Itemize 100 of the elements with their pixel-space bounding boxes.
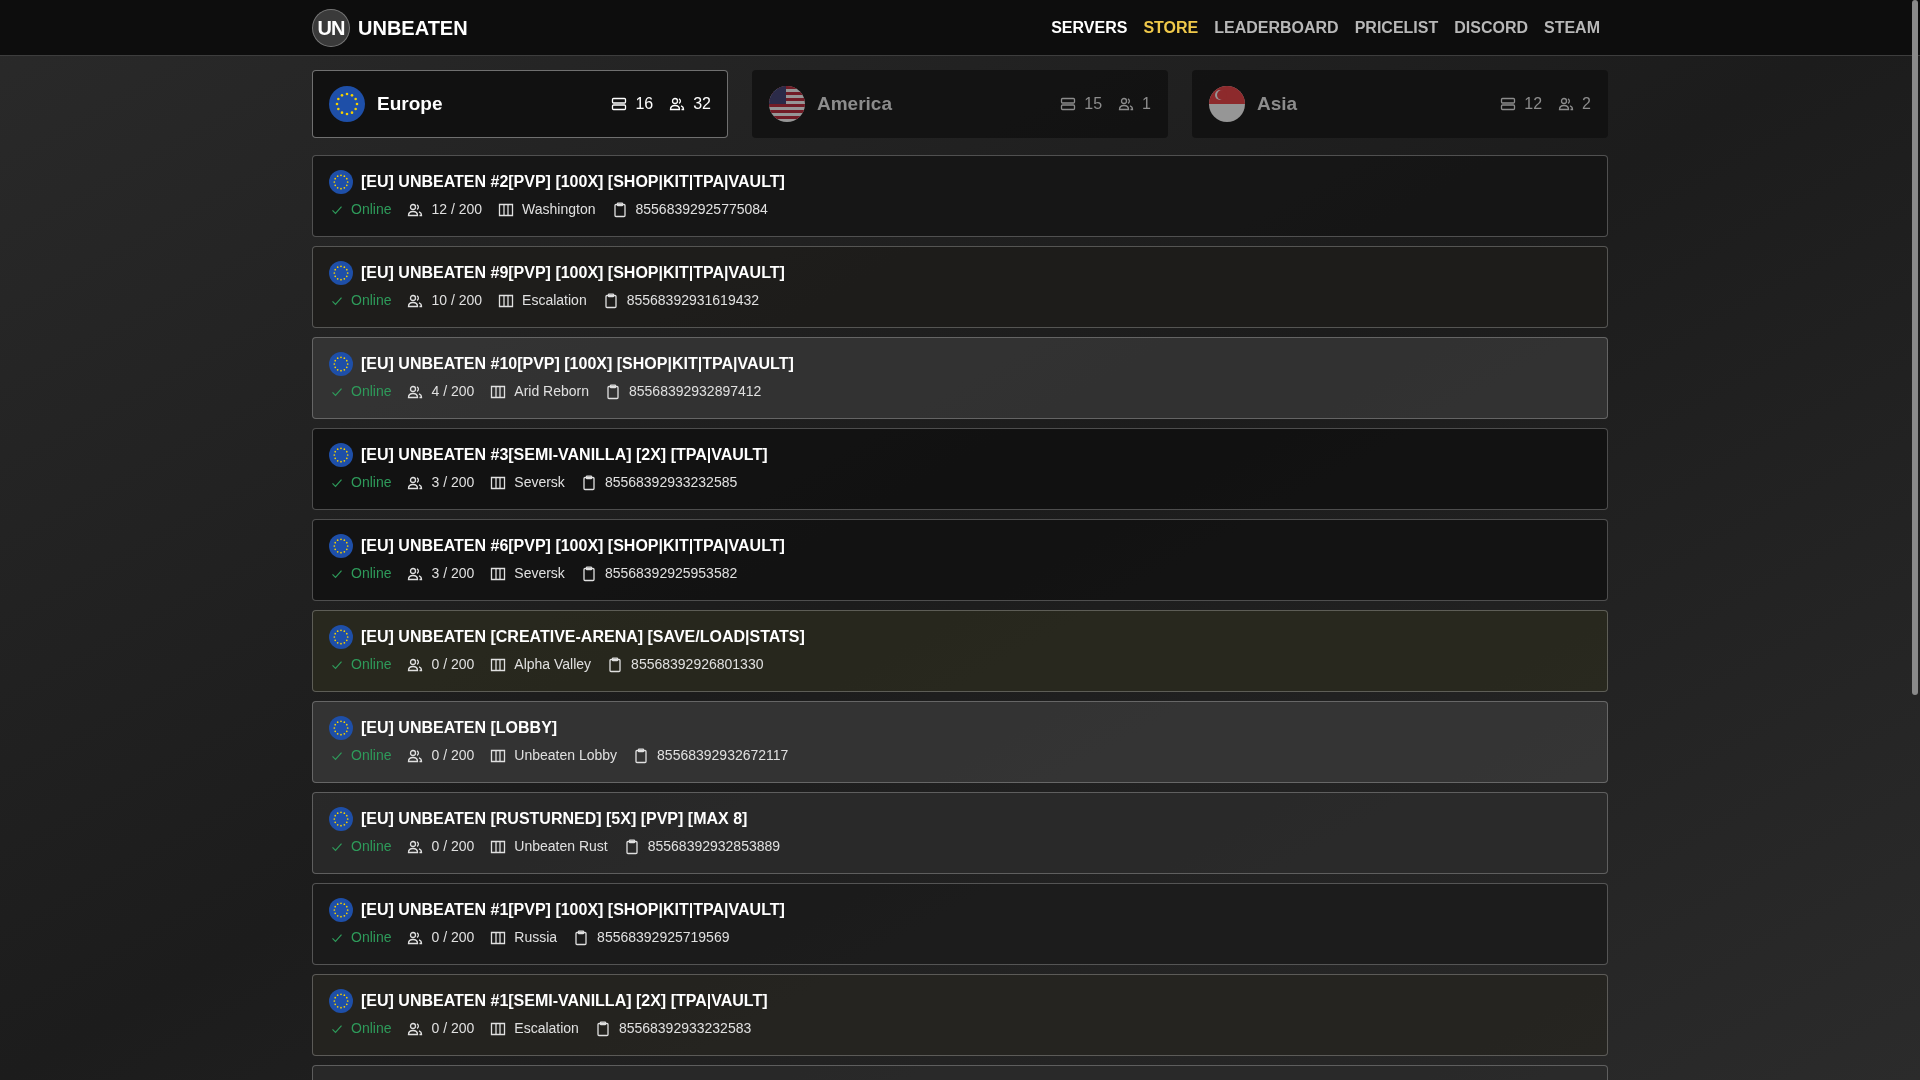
server-card[interactable]: [EU] UNBEATEN #10[PVP] [100X] [SHOP|KIT|TPA|VAULT] Online 4 / 200 Arid Reborn 85568392932897412 xyxy=(312,337,1608,419)
server-card[interactable]: [EU] UNBEATEN #3[SEMI-VANILLA] [2X] [TPA|VAULT] Online 3 / 200 Seversk 85568392933232585 xyxy=(312,428,1608,510)
nav-link[interactable]: PRICELIST xyxy=(1354,15,1439,40)
region-tab[interactable]: Asia 12 2 xyxy=(1192,70,1608,138)
flag-icon xyxy=(329,352,353,376)
region-tab[interactable]: Europe 16 32 xyxy=(312,70,728,138)
users-icon xyxy=(407,383,424,400)
map-name: Alpha Valley xyxy=(514,655,592,674)
server-card[interactable]: [EU] UNBEATEN [RUSTURNED] [5X] [PVP] [MAX 8] Online 0 / 200 Unbeaten Rust 85568392932853889 xyxy=(312,792,1608,874)
map-name: Unbeaten Rust xyxy=(514,837,608,856)
server-title: [EU] UNBEATEN [LOBBY] xyxy=(361,718,558,738)
nav-link[interactable]: LEADERBOARD xyxy=(1214,15,1339,40)
server-id: 85568392925719569 xyxy=(597,928,730,947)
clipboard-icon[interactable] xyxy=(594,1020,611,1037)
logo[interactable]: UN xyxy=(312,8,350,47)
flag-icon xyxy=(329,86,365,122)
player-count: 0 / 200 xyxy=(431,746,475,765)
status-text: Online xyxy=(351,291,392,310)
server-title: [EU] UNBEATEN #9[PVP] [100X] [SHOP|KIT|TPA|VAULT] xyxy=(361,263,785,283)
server-id: 85568392933232585 xyxy=(604,473,738,492)
player-count: 0 / 200 xyxy=(431,655,475,674)
server-title: [EU] UNBEATEN #1[SEMI-VANILLA] [2X] [TPA|VAULT] xyxy=(361,991,768,1011)
status-text: Online xyxy=(351,382,392,401)
map-name: Unbeaten Lobby xyxy=(514,746,618,765)
player-count: 1 xyxy=(1142,94,1151,114)
player-count: 3 / 200 xyxy=(431,473,475,492)
region-tab[interactable]: America 15 1 xyxy=(752,70,1168,138)
server-icon xyxy=(611,96,628,112)
users-icon xyxy=(407,929,424,946)
nav-link[interactable]: SERVERS xyxy=(1051,15,1128,40)
server-count: 15 xyxy=(1084,94,1103,114)
server-id: 85568392932897412 xyxy=(629,382,762,401)
nav-link[interactable]: STORE xyxy=(1143,15,1199,40)
map-name: Escalation xyxy=(522,291,587,310)
map-name: Seversk xyxy=(514,473,565,492)
brand-name: UNBEATEN xyxy=(358,15,468,41)
users-icon xyxy=(1558,96,1575,112)
clipboard-icon[interactable] xyxy=(580,474,597,491)
flag-icon xyxy=(329,534,353,558)
map-name: Washington xyxy=(522,200,596,219)
server-card[interactable]: [EU] UNBEATEN [LOBBY] Online 0 / 200 Unbeaten Lobby 85568392932672117 xyxy=(312,701,1608,783)
clipboard-icon[interactable] xyxy=(607,656,624,673)
clipboard-icon[interactable] xyxy=(573,929,590,946)
server-id: 85568392926801330 xyxy=(631,655,764,674)
server-title: [EU] UNBEATEN [RUSTURNED] [5X] [PVP] [MAX 8] xyxy=(361,809,748,829)
users-icon xyxy=(407,1020,424,1037)
clipboard-icon[interactable] xyxy=(623,838,640,855)
map-name: Escalation xyxy=(514,1019,579,1038)
status-text: Online xyxy=(351,746,392,765)
server-card[interactable]: [EU] UNBEATEN #6[PVP] [100X] [SHOP|KIT|TPA|VAULT] Online 3 / 200 Seversk 85568392925953582 xyxy=(312,519,1608,601)
server-id: 85568392925775084 xyxy=(635,200,768,219)
player-count: 0 / 200 xyxy=(431,1019,475,1038)
server-card[interactable]: [EU] UNBEATEN [CREATIVE-ARENA] [SAVE/LOAD|STATS] Online 0 / 200 Alpha Valley 85568392926801330 xyxy=(312,610,1608,692)
server-id: 85568392931619432 xyxy=(626,291,760,310)
users-icon xyxy=(407,201,424,218)
clipboard-icon[interactable] xyxy=(633,747,650,764)
map-icon xyxy=(490,474,507,491)
region-name: Europe xyxy=(377,91,443,116)
flag-icon xyxy=(329,625,353,649)
region-name: America xyxy=(817,91,892,116)
map-icon xyxy=(490,383,507,400)
player-count: 0 / 200 xyxy=(431,928,475,947)
server-card[interactable]: [EU] UNBEATEN #1[PVP] [100X] [SHOP|KIT|TPA|VAULT] Online 0 / 200 Russia 85568392925719569 xyxy=(312,883,1608,965)
server-card[interactable]: [EU] UNBEATEN #1[SEMI-VANILLA] [2X] [TPA|VAULT] Online 0 / 200 Escalation 85568392933232583 xyxy=(312,974,1608,1056)
server-icon xyxy=(1060,96,1077,112)
player-count: 0 / 200 xyxy=(431,837,475,856)
map-icon xyxy=(490,565,507,582)
scrollbar[interactable] xyxy=(1912,0,1918,695)
nav-link[interactable]: STEAM xyxy=(1544,15,1600,40)
flag-icon xyxy=(329,443,353,467)
flag-icon xyxy=(329,898,353,922)
player-count: 10 / 200 xyxy=(431,291,483,310)
server-id: 85568392925953582 xyxy=(604,564,738,583)
users-icon xyxy=(1118,96,1135,112)
clipboard-icon[interactable] xyxy=(602,292,619,309)
map-icon xyxy=(490,656,507,673)
users-icon xyxy=(407,565,424,582)
clipboard-icon[interactable] xyxy=(580,565,597,582)
status-text: Online xyxy=(351,473,392,492)
nav-link[interactable]: DISCORD xyxy=(1454,15,1528,40)
server-count: 16 xyxy=(635,94,654,114)
flag-icon xyxy=(769,86,805,122)
server-id: 85568392933232583 xyxy=(618,1019,752,1038)
server-card[interactable]: [EU] UNBEATEN #9[PVP] [100X] [SHOP|KIT|TPA|VAULT] Online 10 / 200 Escalation 85568392931619432 xyxy=(312,246,1608,328)
flag-icon xyxy=(329,261,353,285)
server-id: 85568392932672117 xyxy=(657,746,789,765)
server-title: [EU] UNBEATEN #10[PVP] [100X] [SHOP|KIT|TPA|VAULT] xyxy=(361,354,794,374)
server-card[interactable]: [EU] UNBEATEN #2[PVP] [100X] [SHOP|KIT|TPA|VAULT] Online 12 / 200 Washington 85568392925775084 xyxy=(312,155,1608,237)
flag-icon xyxy=(1209,86,1245,122)
server-title: [EU] UNBEATEN #6[PVP] [100X] [SHOP|KIT|TPA|VAULT] xyxy=(361,536,785,556)
clipboard-icon[interactable] xyxy=(611,201,628,218)
player-count: 12 / 200 xyxy=(431,200,483,219)
server-title: [EU] UNBEATEN #3[SEMI-VANILLA] [2X] [TPA|VAULT] xyxy=(361,445,768,465)
flag-icon xyxy=(329,716,353,740)
clipboard-icon[interactable] xyxy=(605,383,621,400)
player-count: 4 / 200 xyxy=(431,382,475,401)
status-text: Online xyxy=(351,928,392,947)
map-name: Seversk xyxy=(514,564,565,583)
map-icon xyxy=(498,201,515,218)
player-count: 32 xyxy=(693,94,711,114)
